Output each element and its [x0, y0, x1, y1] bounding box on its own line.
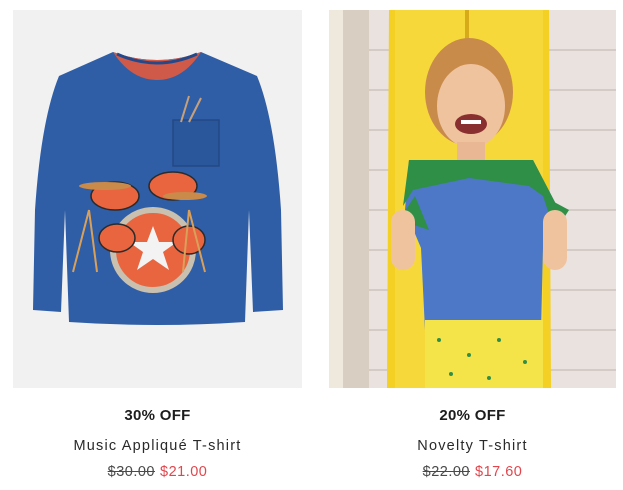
original-price: $22.00 — [422, 464, 470, 480]
product-image[interactable] — [329, 10, 616, 388]
price-row: $22.00 $17.60 — [329, 464, 616, 480]
price-row: $30.00 $21.00 — [13, 464, 302, 480]
discount-badge: 20% OFF — [439, 407, 506, 424]
product-card[interactable]: 30% OFF Music Appliqué T-shirt $30.00 $21… — [13, 10, 302, 480]
boy-crocodile-tshirt-photo — [329, 10, 616, 388]
discount-badge: 30% OFF — [124, 407, 191, 424]
product-card[interactable]: 20% OFF Novelty T-shirt $22.00 $17.60 — [329, 10, 616, 480]
product-title[interactable]: Novelty T-shirt — [329, 438, 616, 454]
sale-price: $17.60 — [475, 464, 523, 480]
product-title[interactable]: Music Appliqué T-shirt — [13, 438, 302, 454]
sale-price: $21.00 — [160, 464, 208, 480]
product-image[interactable] — [13, 10, 302, 388]
tshirt-drum-applique-image — [13, 10, 302, 388]
original-price: $30.00 — [107, 464, 155, 480]
